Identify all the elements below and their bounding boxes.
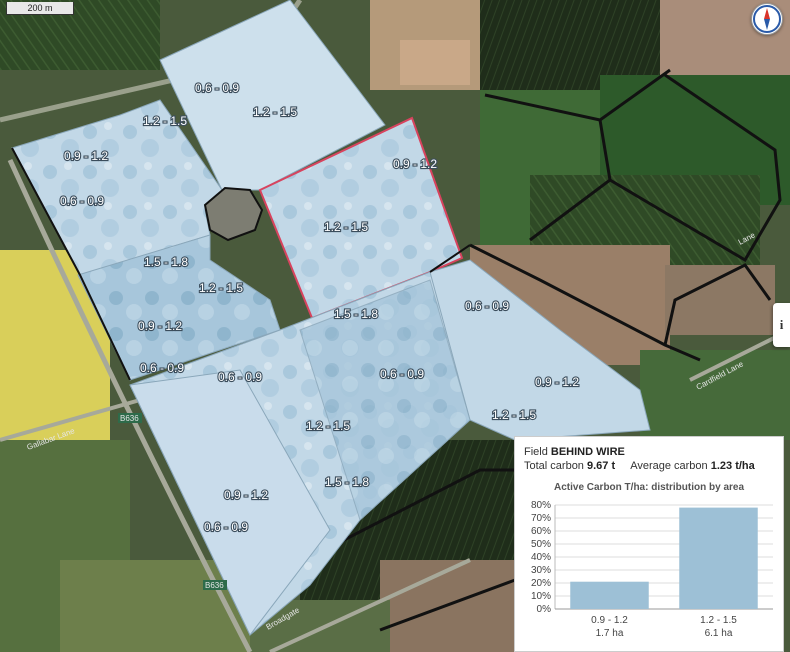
- zone-label: 1.2 - 1.5: [253, 105, 297, 119]
- bar: [570, 581, 649, 609]
- zone-label: 0.9 - 1.2: [535, 375, 579, 389]
- field-info-panel: Field BEHIND WIRE Total carbon 9.67 t Av…: [514, 436, 784, 652]
- bar: [679, 507, 758, 609]
- y-tick-label: 50%: [531, 539, 551, 550]
- zone-label: 1.5 - 1.8: [144, 255, 188, 269]
- zone-label: 0.6 - 0.9: [218, 370, 262, 384]
- field-prefix: Field: [524, 446, 548, 458]
- zone-label: 1.2 - 1.5: [492, 408, 536, 422]
- total-carbon-value: 9.67 t: [587, 460, 616, 472]
- y-tick-label: 0%: [537, 604, 552, 615]
- y-tick-label: 60%: [531, 526, 551, 537]
- zone-label: 0.6 - 0.9: [465, 299, 509, 313]
- y-tick-label: 10%: [531, 591, 551, 602]
- distribution-chart: 0% 10% 20% 30% 40% 50% 60% 70% 80% 0.9 - 1.2 1.7 h…: [531, 500, 773, 639]
- zone-label: 1.2 - 1.5: [143, 114, 187, 128]
- zone-label: 0.9 - 1.2: [64, 149, 108, 163]
- road-label: B636: [120, 414, 139, 423]
- y-tick-label: 20%: [531, 578, 551, 589]
- zone-label: 1.5 - 1.8: [325, 475, 369, 489]
- field-title: Field BEHIND WIRE: [524, 446, 625, 458]
- y-tick-label: 80%: [531, 500, 551, 511]
- field-name: BEHIND WIRE: [550, 446, 625, 458]
- zone-label: 0.6 - 0.9: [60, 194, 104, 208]
- field-carbon-summary: Total carbon 9.67 t Average carbon 1.23 …: [524, 460, 755, 472]
- total-carbon-label: Total carbon: [524, 460, 584, 472]
- zone-label: 1.2 - 1.5: [199, 281, 243, 295]
- zone-label: 0.6 - 0.9: [380, 367, 424, 381]
- zone-label: 1.2 - 1.5: [306, 419, 350, 433]
- zone-label: 0.6 - 0.9: [195, 81, 239, 95]
- road-label: B636: [205, 581, 224, 590]
- zone-label: 0.9 - 1.2: [224, 488, 268, 502]
- category-area-label: 6.1 ha: [705, 628, 733, 639]
- zone-label: 0.9 - 1.2: [393, 157, 437, 171]
- zone-label: 0.9 - 1.2: [138, 319, 182, 333]
- zone-label: 1.5 - 1.8: [334, 307, 378, 321]
- compass-button[interactable]: [751, 3, 783, 35]
- compass-icon: [753, 5, 781, 33]
- chart-title: Active Carbon T/ha: distribution by area: [553, 482, 745, 493]
- category-area-label: 1.7 ha: [596, 628, 624, 639]
- zone-label: 0.6 - 0.9: [140, 361, 184, 375]
- map-view[interactable]: 0.6 - 0.9 1.2 - 1.5 1.2 - 1.5 0.9 - 1.2 …: [0, 0, 790, 652]
- zone-label: 0.6 - 0.9: [204, 520, 248, 534]
- info-button[interactable]: i: [773, 303, 790, 347]
- category-label: 1.2 - 1.5: [700, 615, 737, 626]
- y-tick-label: 30%: [531, 565, 551, 576]
- avg-carbon-label: Average carbon: [630, 460, 708, 472]
- zone-label: 1.2 - 1.5: [324, 220, 368, 234]
- scale-bar: 200 m: [6, 2, 74, 15]
- avg-carbon-value: 1.23 t/ha: [710, 460, 755, 472]
- y-tick-label: 70%: [531, 513, 551, 524]
- category-label: 0.9 - 1.2: [591, 615, 628, 626]
- y-tick-label: 40%: [531, 552, 551, 563]
